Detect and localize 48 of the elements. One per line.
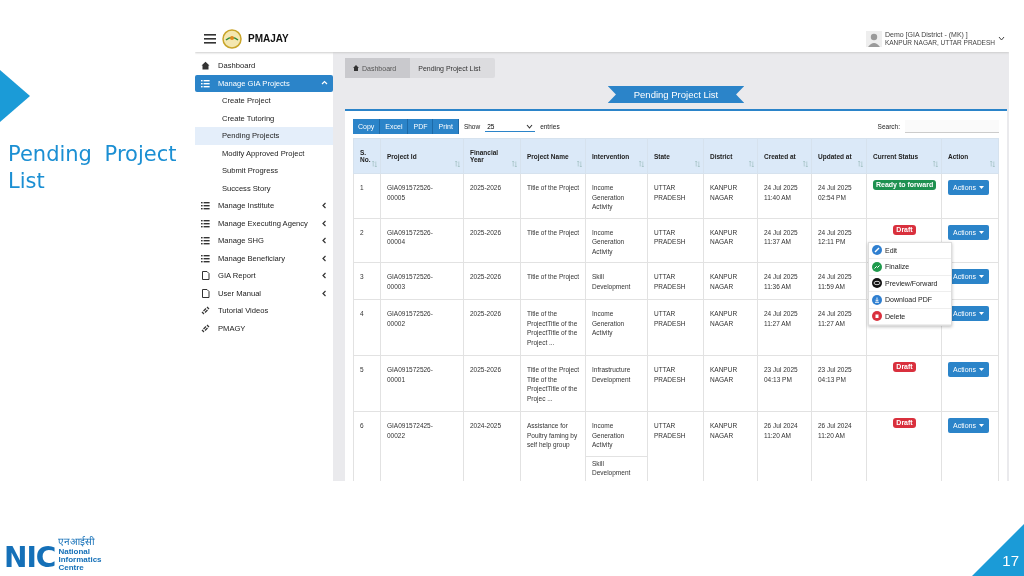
triangle-decoration	[0, 70, 30, 122]
sort-icon	[803, 161, 808, 167]
chevron-down-icon	[526, 123, 534, 129]
sort-icon	[749, 161, 754, 167]
list-icon	[201, 218, 210, 228]
trend-icon	[872, 261, 882, 272]
list-icon	[201, 201, 210, 211]
search-field[interactable]	[905, 120, 999, 133]
logo-hindi-text: एनआईसी	[58, 536, 97, 548]
caret-down-icon	[978, 424, 984, 427]
corner-triangle	[972, 524, 1024, 576]
menu-icon	[204, 33, 216, 44]
page-title-ribbon: Pending Project List	[607, 86, 745, 103]
caret-down-icon	[978, 230, 984, 234]
logo-text: Centre	[58, 564, 85, 572]
user-avatar-icon	[865, 30, 882, 47]
link-icon	[201, 306, 210, 316]
app-name: PMAJAY	[248, 33, 289, 44]
pencil-icon	[872, 245, 882, 256]
logo-mark: NIC	[4, 544, 56, 572]
slide-title: Pending Project List	[8, 141, 178, 195]
caret-down-icon	[978, 312, 984, 315]
sort-icon	[695, 161, 700, 167]
list-icon	[201, 78, 210, 88]
home-icon	[353, 65, 359, 71]
sort-icon	[577, 161, 582, 167]
eye-icon	[872, 278, 882, 289]
sort-icon	[639, 161, 644, 167]
download-icon	[872, 294, 882, 305]
sort-icon	[372, 161, 377, 167]
sort-icon	[990, 161, 995, 167]
caret-down-icon	[978, 368, 984, 371]
list-icon	[201, 236, 210, 246]
caret-down-icon	[978, 275, 984, 278]
emblem-icon	[222, 28, 242, 49]
link-icon	[201, 323, 210, 333]
trash-icon	[872, 311, 882, 322]
sort-icon	[858, 161, 863, 167]
sort-icon	[933, 161, 938, 167]
caret-down-icon	[978, 186, 984, 189]
logo-text: Informatics	[58, 556, 102, 564]
sort-icon	[512, 161, 517, 167]
home-icon	[201, 61, 210, 71]
list-icon	[201, 253, 210, 263]
sort-icon	[455, 161, 460, 167]
chevron-down-icon	[998, 36, 1005, 41]
logo-text: National	[58, 548, 91, 556]
page-number: 17	[1002, 552, 1019, 569]
